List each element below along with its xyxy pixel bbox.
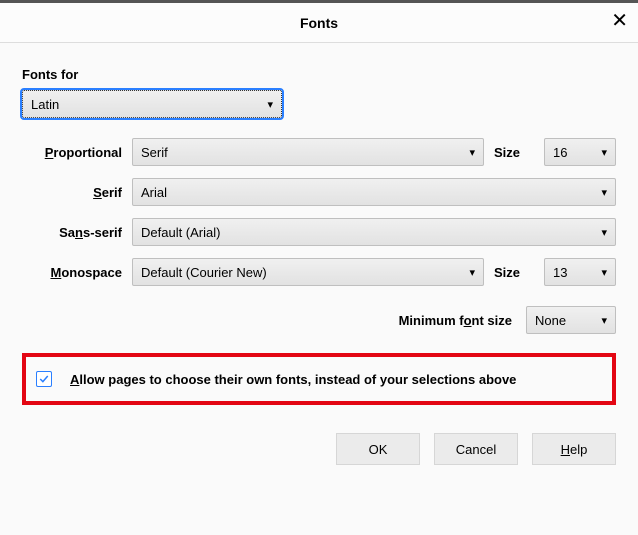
sans-serif-value: Default (Arial): [141, 225, 220, 240]
allow-pages-label[interactable]: Allow pages to choose their own fonts, i…: [70, 372, 516, 387]
chevron-down-icon: ▾: [267, 98, 273, 111]
monospace-size-label: Size: [494, 265, 534, 280]
checkmark-icon: [38, 373, 50, 385]
dialog-button-row: OK Cancel Help: [0, 415, 638, 487]
chevron-down-icon: ▾: [601, 314, 607, 327]
fonts-for-label: Fonts for: [22, 67, 616, 82]
proportional-size-value: 16: [553, 145, 567, 160]
serif-label: Serif: [22, 185, 122, 200]
ok-button[interactable]: OK: [336, 433, 420, 465]
language-value: Latin: [31, 97, 59, 112]
highlight-annotation: Allow pages to choose their own fonts, i…: [22, 353, 616, 405]
chevron-down-icon: ▾: [469, 266, 475, 279]
chevron-down-icon: ▾: [601, 226, 607, 239]
minimum-font-size-value: None: [535, 313, 566, 328]
proportional-size-select[interactable]: 16 ▾: [544, 138, 616, 166]
chevron-down-icon: ▾: [601, 266, 607, 279]
monospace-size-select[interactable]: 13 ▾: [544, 258, 616, 286]
cancel-button[interactable]: Cancel: [434, 433, 518, 465]
monospace-size-value: 13: [553, 265, 567, 280]
monospace-select[interactable]: Default (Courier New) ▾: [132, 258, 484, 286]
dialog-title: Fonts: [300, 15, 338, 31]
sans-serif-select[interactable]: Default (Arial) ▾: [132, 218, 616, 246]
proportional-size-label: Size: [494, 145, 534, 160]
close-icon[interactable]: ✕: [611, 11, 628, 31]
chevron-down-icon: ▾: [601, 186, 607, 199]
fonts-dialog: Fonts ✕ Fonts for Latin ▾ Proportional S…: [0, 0, 638, 487]
proportional-label: Proportional: [22, 145, 122, 160]
serif-select[interactable]: Arial ▾: [132, 178, 616, 206]
help-button[interactable]: Help: [532, 433, 616, 465]
minimum-font-size-label: Minimum font size: [399, 313, 512, 328]
minimum-font-size-select[interactable]: None ▾: [526, 306, 616, 334]
chevron-down-icon: ▾: [469, 146, 475, 159]
sans-serif-label: Sans-serif: [22, 225, 122, 240]
titlebar: Fonts ✕: [0, 3, 638, 43]
allow-pages-checkbox[interactable]: [36, 371, 52, 387]
language-select[interactable]: Latin ▾: [22, 90, 282, 118]
proportional-select[interactable]: Serif ▾: [132, 138, 484, 166]
monospace-label: Monospace: [22, 265, 122, 280]
monospace-value: Default (Courier New): [141, 265, 267, 280]
chevron-down-icon: ▾: [601, 146, 607, 159]
serif-value: Arial: [141, 185, 167, 200]
proportional-value: Serif: [141, 145, 168, 160]
